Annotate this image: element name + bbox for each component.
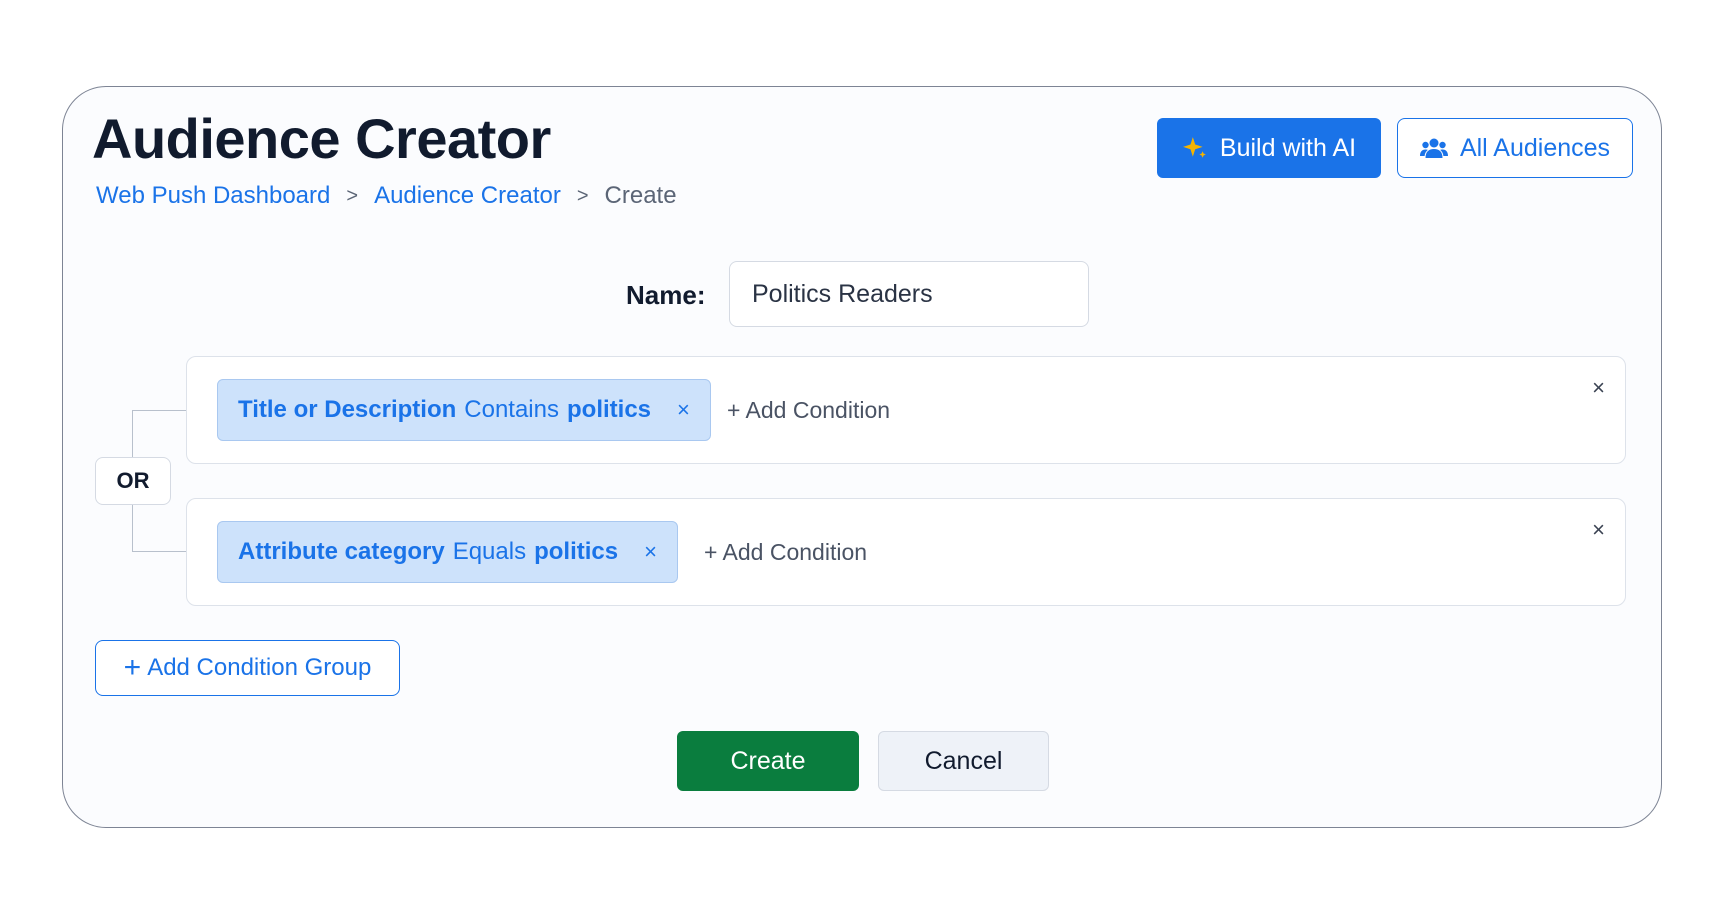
page-title: Audience Creator — [92, 107, 551, 170]
breadcrumb-web-push-dashboard[interactable]: Web Push Dashboard — [96, 182, 330, 210]
condition-operator: Contains — [464, 396, 559, 423]
condition-field: Attribute category — [238, 538, 445, 565]
remove-condition-icon[interactable]: × — [644, 539, 657, 565]
sparkle-icon — [1182, 137, 1206, 158]
condition-value: politics — [567, 396, 652, 423]
remove-group-icon[interactable]: × — [1592, 517, 1605, 543]
or-connector-bottom — [132, 504, 186, 552]
condition-chip[interactable]: Attribute category Equals politics × — [217, 521, 678, 583]
breadcrumb-current: Create — [604, 182, 677, 209]
condition-value: politics — [534, 538, 619, 565]
or-operator-badge[interactable]: OR — [95, 457, 171, 505]
all-audiences-button[interactable]: All Audiences — [1397, 118, 1633, 178]
cancel-button[interactable]: Cancel — [878, 731, 1049, 791]
add-condition-button[interactable]: + Add Condition — [727, 397, 890, 424]
build-with-ai-button[interactable]: Build with AI — [1157, 118, 1381, 178]
breadcrumb-separator: > — [346, 184, 359, 207]
add-condition-group-button[interactable]: + Add Condition Group — [95, 640, 400, 696]
breadcrumb-audience-creator[interactable]: Audience Creator — [374, 182, 561, 210]
condition-operator: Equals — [452, 538, 527, 565]
condition-field: Title or Description — [238, 396, 457, 423]
remove-group-icon[interactable]: × — [1592, 375, 1605, 401]
remove-condition-icon[interactable]: × — [677, 397, 690, 423]
plus-icon: + — [123, 651, 142, 684]
condition-group: Title or Description Contains politics ×… — [186, 356, 1626, 464]
add-condition-button[interactable]: + Add Condition — [704, 539, 867, 566]
or-connector-top — [132, 410, 186, 458]
condition-chip[interactable]: Title or Description Contains politics × — [217, 379, 711, 441]
all-audiences-label: All Audiences — [1459, 133, 1611, 162]
add-condition-group-label: Add Condition Group — [147, 654, 372, 681]
name-input[interactable] — [729, 261, 1089, 327]
create-button[interactable]: Create — [677, 731, 859, 791]
breadcrumb: Web Push Dashboard > Audience Creator > … — [96, 182, 677, 210]
users-icon — [1419, 138, 1448, 158]
breadcrumb-separator: > — [576, 184, 589, 207]
condition-group: Attribute category Equals politics × + A… — [186, 498, 1626, 606]
name-label: Name: — [626, 280, 706, 310]
build-with-ai-label: Build with AI — [1219, 133, 1357, 162]
